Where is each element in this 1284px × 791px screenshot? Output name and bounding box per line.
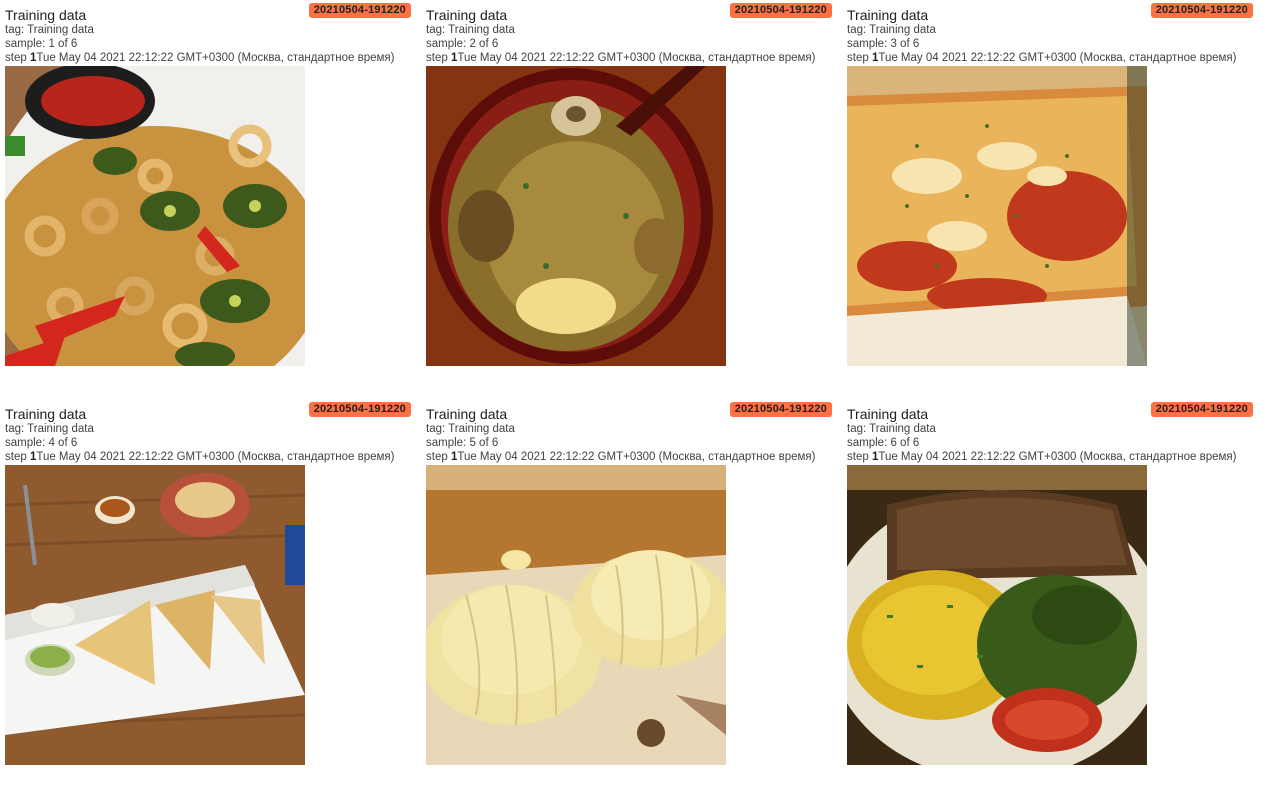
card-sample: sample: 1 of 6 <box>5 38 78 50</box>
step-timestamp: Tue May 04 2021 22:12:22 GMT+0300 (Москв… <box>36 451 395 463</box>
sample-image[interactable] <box>426 465 726 765</box>
image-card: Training data 20210504-191220 tag: Train… <box>426 399 832 769</box>
card-title: Training data <box>5 406 87 422</box>
step-label: step <box>5 52 30 64</box>
card-step: step 1Tue May 04 2021 22:12:22 GMT+0300 … <box>847 450 1236 464</box>
image-card-grid: Training data 20210504-191220 tag: Train… <box>0 0 1284 791</box>
omelette-image <box>847 465 1147 765</box>
step-label: step <box>426 52 451 64</box>
sample-image[interactable] <box>5 465 305 765</box>
card-tag: tag: Training data <box>847 423 936 435</box>
miso-soup-image <box>426 66 726 366</box>
calamari-image <box>5 66 305 366</box>
card-sample: sample: 2 of 6 <box>426 38 499 50</box>
image-card: Training data 20210504-191220 tag: Train… <box>847 399 1253 769</box>
step-label: step <box>847 52 872 64</box>
step-timestamp: Tue May 04 2021 22:12:22 GMT+0300 (Москв… <box>36 52 395 64</box>
step-timestamp: Tue May 04 2021 22:12:22 GMT+0300 (Москв… <box>457 451 816 463</box>
pizza-image <box>847 66 1147 366</box>
card-sample: sample: 3 of 6 <box>847 38 920 50</box>
step-label: step <box>847 451 872 463</box>
step-label: step <box>426 451 451 463</box>
step-timestamp: Tue May 04 2021 22:12:22 GMT+0300 (Москв… <box>457 52 816 64</box>
image-card: Training data 20210504-191220 tag: Train… <box>847 0 1253 370</box>
card-tag: tag: Training data <box>426 423 515 435</box>
quesadilla-image <box>5 465 305 765</box>
run-badge: 20210504-191220 <box>1150 3 1253 18</box>
card-tag: tag: Training data <box>847 24 936 36</box>
card-title: Training data <box>5 7 87 23</box>
card-title: Training data <box>847 7 929 23</box>
card-step: step 1Tue May 04 2021 22:12:22 GMT+0300 … <box>5 450 394 464</box>
card-step: step 1Tue May 04 2021 22:12:22 GMT+0300 … <box>847 51 1236 65</box>
image-card: Training data 20210504-191220 tag: Train… <box>5 399 411 769</box>
card-step: step 1Tue May 04 2021 22:12:22 GMT+0300 … <box>426 51 815 65</box>
card-sample: sample: 5 of 6 <box>426 437 499 449</box>
step-label: step <box>5 451 30 463</box>
image-card: Training data 20210504-191220 tag: Train… <box>426 0 832 370</box>
card-title: Training data <box>426 7 508 23</box>
run-badge: 20210504-191220 <box>729 402 832 417</box>
sample-image[interactable] <box>5 66 305 366</box>
run-badge: 20210504-191220 <box>729 3 832 18</box>
card-tag: tag: Training data <box>426 24 515 36</box>
sample-image[interactable] <box>847 66 1147 366</box>
step-timestamp: Tue May 04 2021 22:12:22 GMT+0300 (Москв… <box>878 451 1237 463</box>
run-badge: 20210504-191220 <box>308 402 411 417</box>
card-tag: tag: Training data <box>5 24 94 36</box>
step-timestamp: Tue May 04 2021 22:12:22 GMT+0300 (Москв… <box>878 52 1237 64</box>
sample-image[interactable] <box>847 465 1147 765</box>
card-sample: sample: 6 of 6 <box>847 437 920 449</box>
card-title: Training data <box>847 406 929 422</box>
dumplings-image <box>426 465 726 765</box>
card-title: Training data <box>426 406 508 422</box>
run-badge: 20210504-191220 <box>1150 402 1253 417</box>
card-step: step 1Tue May 04 2021 22:12:22 GMT+0300 … <box>426 450 815 464</box>
image-card: Training data 20210504-191220 tag: Train… <box>5 0 411 370</box>
card-tag: tag: Training data <box>5 423 94 435</box>
run-badge: 20210504-191220 <box>308 3 411 18</box>
card-step: step 1Tue May 04 2021 22:12:22 GMT+0300 … <box>5 51 394 65</box>
sample-image[interactable] <box>426 66 726 366</box>
card-sample: sample: 4 of 6 <box>5 437 78 449</box>
